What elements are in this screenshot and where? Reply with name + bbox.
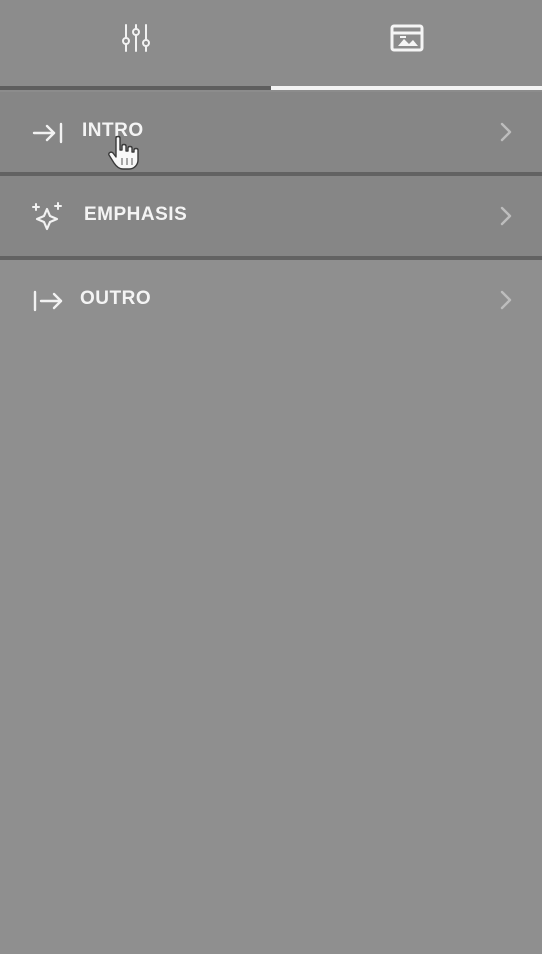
transition-image-icon	[387, 18, 427, 58]
chevron-right-icon	[500, 122, 512, 142]
tab-transitions-underline	[271, 86, 542, 90]
emphasis-label: EMPHASIS	[84, 204, 188, 225]
list-item-outro[interactable]: OUTRO	[0, 260, 542, 340]
list-item-intro[interactable]: INTRO	[0, 92, 542, 172]
animation-panel: INTRO EMPHASIS OUTRO	[0, 0, 542, 954]
outro-label: OUTRO	[80, 288, 152, 309]
list-item-emphasis[interactable]: EMPHASIS	[0, 176, 542, 256]
tab-bar	[0, 0, 542, 92]
sliders-icon	[116, 18, 156, 58]
tab-adjust[interactable]	[0, 0, 271, 90]
arrow-right-to-bar-icon	[30, 116, 66, 150]
sparkles-icon	[30, 200, 66, 234]
chevron-right-icon	[500, 290, 512, 310]
bar-arrow-right-icon	[30, 284, 66, 318]
tab-transitions[interactable]	[271, 0, 542, 90]
chevron-right-icon	[500, 206, 512, 226]
hand-pointer-cursor-icon	[108, 135, 139, 170]
tab-adjust-underline	[0, 86, 271, 90]
